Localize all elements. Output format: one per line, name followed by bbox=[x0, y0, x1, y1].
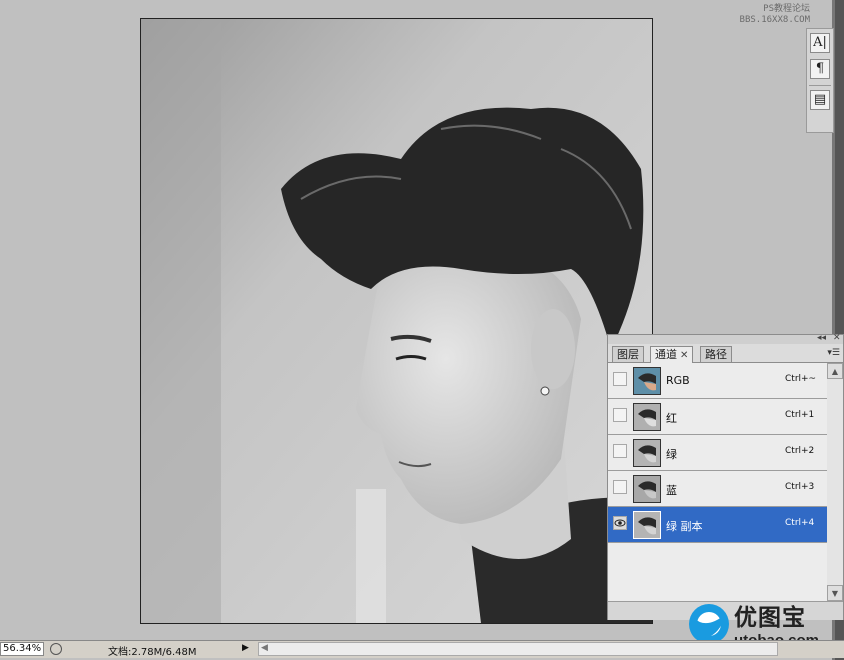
channel-name: 绿 bbox=[666, 448, 677, 461]
visibility-toggle[interactable] bbox=[613, 516, 627, 530]
tab-channels-label: 通道 bbox=[655, 348, 677, 361]
navigator-circle-icon[interactable] bbox=[50, 643, 62, 655]
channel-name: 红 bbox=[666, 412, 677, 425]
channel-name: RGB bbox=[666, 374, 690, 387]
visibility-toggle[interactable] bbox=[613, 444, 627, 458]
horizontal-scrollbar[interactable]: ◀ bbox=[258, 642, 778, 656]
channel-shortcut: Ctrl+3 bbox=[785, 482, 815, 492]
channel-scrollbar[interactable]: ▲ ▼ bbox=[827, 363, 843, 601]
channel-thumbnail bbox=[633, 475, 661, 503]
close-icon[interactable]: ✕ bbox=[833, 333, 841, 343]
watermark-line2: BBS.16XX8.COM bbox=[739, 15, 810, 25]
navigator-icon[interactable]: ▤ bbox=[810, 90, 830, 110]
channel-row-rgb[interactable]: RGB Ctrl+~ bbox=[608, 363, 827, 399]
logo-text-cn: 优图宝 bbox=[734, 605, 806, 631]
tab-layers-label: 图层 bbox=[617, 348, 639, 361]
status-bar: 56.34% 文档:2.78M/6.48M ▶ ◀ bbox=[0, 640, 844, 658]
channels-panel: ◂◂ ✕ 图层 通道 ✕ 路径 ▾☰ RGB Ctrl+~ 红 Ctrl+1 绿… bbox=[607, 333, 844, 620]
scroll-left-icon[interactable]: ◀ bbox=[261, 643, 268, 653]
channel-list: RGB Ctrl+~ 红 Ctrl+1 绿 Ctrl+2 蓝 Ctrl+3 绿 … bbox=[608, 363, 828, 601]
tab-paths-label: 路径 bbox=[705, 348, 727, 361]
eye-icon bbox=[614, 519, 626, 527]
channel-row-blue[interactable]: 蓝 Ctrl+3 bbox=[608, 471, 827, 507]
document-info: 文档:2.78M/6.48M bbox=[108, 647, 197, 658]
zoom-field[interactable]: 56.34% bbox=[0, 642, 44, 656]
visibility-toggle[interactable] bbox=[613, 408, 627, 422]
channel-thumbnail bbox=[633, 511, 661, 539]
watermark-line1: PS教程论坛 bbox=[763, 4, 810, 14]
dock-separator bbox=[809, 85, 831, 86]
channel-shortcut: Ctrl+~ bbox=[785, 374, 817, 384]
channel-row-green-copy[interactable]: 绿 副本 Ctrl+4 bbox=[608, 507, 827, 543]
channel-name: 绿 副本 bbox=[666, 520, 703, 533]
watermark: PS教程论坛 BBS.16XX8.COM bbox=[740, 4, 810, 26]
channel-shortcut: Ctrl+1 bbox=[785, 410, 815, 420]
visibility-toggle[interactable] bbox=[613, 372, 627, 386]
collapse-icon[interactable]: ◂◂ bbox=[817, 333, 826, 343]
paragraph-icon[interactable]: ¶ bbox=[810, 59, 830, 79]
channel-shortcut: Ctrl+2 bbox=[785, 446, 815, 456]
tab-layers[interactable]: 图层 bbox=[612, 346, 644, 362]
tab-paths[interactable]: 路径 bbox=[700, 346, 732, 362]
panel-titlebar[interactable]: ◂◂ ✕ bbox=[608, 333, 843, 344]
channel-row-red[interactable]: 红 Ctrl+1 bbox=[608, 399, 827, 435]
channel-thumbnail bbox=[633, 367, 661, 395]
visibility-toggle[interactable] bbox=[613, 480, 627, 494]
channel-row-green[interactable]: 绿 Ctrl+2 bbox=[608, 435, 827, 471]
status-menu-arrow-icon[interactable]: ▶ bbox=[242, 643, 249, 653]
canvas-image bbox=[141, 19, 652, 623]
channel-shortcut: Ctrl+4 bbox=[785, 518, 815, 528]
panel-tabs: 图层 通道 ✕ 路径 ▾☰ bbox=[608, 344, 843, 363]
document-canvas[interactable] bbox=[140, 18, 653, 624]
channel-name: 蓝 bbox=[666, 484, 677, 497]
tab-channels[interactable]: 通道 ✕ bbox=[650, 346, 694, 363]
tool-dock: A| ¶ ▤ bbox=[806, 28, 834, 133]
scroll-up-icon[interactable]: ▲ bbox=[827, 363, 843, 379]
tab-close-icon[interactable]: ✕ bbox=[680, 350, 688, 361]
channel-thumbnail bbox=[633, 439, 661, 467]
character-icon[interactable]: A| bbox=[810, 33, 830, 53]
panel-menu-icon[interactable]: ▾☰ bbox=[827, 348, 840, 358]
channel-thumbnail bbox=[633, 403, 661, 431]
